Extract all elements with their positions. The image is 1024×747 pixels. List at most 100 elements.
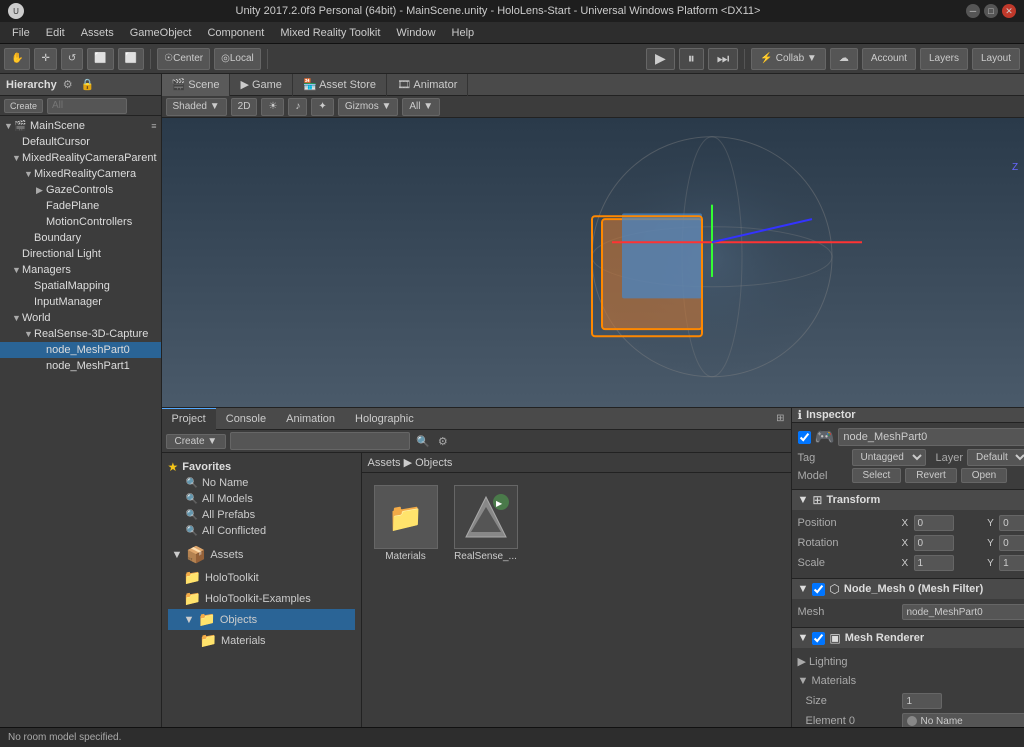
project-search-input[interactable] — [230, 432, 410, 450]
tree-item-gazecontrols[interactable]: ▶ GazeControls — [0, 182, 161, 198]
tab-scene[interactable]: 🎬 Scene — [162, 74, 231, 96]
tab-holographic[interactable]: Holographic — [345, 408, 424, 430]
project-gear-btn[interactable]: ⚙ — [436, 435, 450, 448]
tree-item-dirlight[interactable]: Directional Light — [0, 246, 161, 262]
tree-item-world[interactable]: ▼ World — [0, 310, 161, 326]
tree-item-mrcamparent[interactable]: ▼ MixedRealityCameraParent — [0, 150, 161, 166]
meshfilter-enabled[interactable] — [812, 583, 825, 596]
2d-btn[interactable]: 2D — [231, 98, 258, 116]
sound-btn[interactable]: ♪ — [288, 98, 307, 116]
gizmos-btn[interactable]: Gizmos ▼ — [338, 98, 399, 116]
tree-item-mainscene[interactable]: ▼ 🎬 MainScene ≡ — [0, 118, 161, 134]
pos-y-input[interactable] — [999, 515, 1024, 531]
tab-project[interactable]: Project — [162, 408, 216, 430]
assets-root[interactable]: ▼ 📦 Assets — [168, 543, 355, 567]
step-button[interactable]: ⏭ — [708, 48, 739, 70]
layout-button[interactable]: Layout — [972, 48, 1020, 70]
close-button[interactable]: ✕ — [1002, 4, 1016, 18]
hierarchy-gear[interactable]: ⚙ — [61, 78, 75, 91]
rot-y-input[interactable] — [999, 535, 1024, 551]
hierarchy-lock[interactable]: 🔒 — [79, 78, 97, 91]
rect-tool[interactable]: ⬜ — [118, 48, 144, 70]
collab-button[interactable]: ⚡ Collab ▼ — [751, 48, 825, 70]
scl-x-input[interactable] — [914, 555, 954, 571]
tab-assetstore[interactable]: 🏪 Asset Store — [293, 74, 387, 96]
pause-button[interactable]: ⏸ — [679, 48, 704, 70]
favorites-header[interactable]: ★ Favorites — [168, 459, 355, 475]
shaded-btn[interactable]: Shaded ▼ — [166, 98, 227, 116]
viewport[interactable]: X Y Z ← Persp — [162, 118, 1024, 407]
meshrenderer-header[interactable]: ▼ ▣ Mesh Renderer ⚙ — [792, 628, 1024, 648]
menu-file[interactable]: File — [4, 25, 38, 41]
tree-item-motioncontrollers[interactable]: MotionControllers — [0, 214, 161, 230]
layers-button[interactable]: Layers — [920, 48, 968, 70]
inspector-enabled-checkbox[interactable] — [798, 431, 811, 444]
rotate-tool[interactable]: ↺ — [61, 48, 83, 70]
open-btn[interactable]: Open — [961, 468, 1007, 483]
scale-tool[interactable]: ⬜ — [87, 48, 113, 70]
hand-tool[interactable]: ✋ — [4, 48, 30, 70]
meshfilter-header[interactable]: ▼ ⬡ Node_Mesh 0 (Mesh Filter) ⚙ — [792, 579, 1024, 599]
tab-game[interactable]: ▶ Game — [230, 74, 292, 96]
asset-holotoolkit-examples[interactable]: 📁 HoloToolkit-Examples — [168, 588, 355, 609]
asset-holotoolkit[interactable]: 📁 HoloToolkit — [168, 567, 355, 588]
tree-item-spatialmapping[interactable]: SpatialMapping — [0, 278, 161, 294]
tab-animator[interactable]: 🎞 Animator — [387, 74, 468, 96]
inspector-layer-select[interactable]: Default — [967, 449, 1024, 466]
tab-animation[interactable]: Animation — [276, 408, 345, 430]
tree-item-defaultcursor[interactable]: DefaultCursor — [0, 134, 161, 150]
select-btn[interactable]: Select — [852, 468, 902, 483]
element0-field[interactable]: No Name — [902, 713, 1024, 727]
menu-component[interactable]: Component — [199, 25, 272, 41]
inspector-name-field[interactable] — [838, 428, 1024, 446]
fav-all-conflicted[interactable]: 🔍 All Conflicted — [168, 523, 355, 539]
local-button[interactable]: ◎ Local — [214, 48, 261, 70]
tree-item-nodemesh0[interactable]: node_MeshPart0 — [0, 342, 161, 358]
tree-item-managers[interactable]: ▼ Managers — [0, 262, 161, 278]
asset-thumb-materials[interactable]: 📁 Materials — [370, 481, 442, 566]
menu-help[interactable]: Help — [444, 25, 483, 41]
pos-x-input[interactable] — [914, 515, 954, 531]
rot-x-input[interactable] — [914, 535, 954, 551]
project-search-btn[interactable]: 🔍 — [414, 435, 432, 448]
tab-console[interactable]: Console — [216, 408, 276, 430]
menu-edit[interactable]: Edit — [38, 25, 73, 41]
hierarchy-create-btn[interactable]: Create — [4, 99, 43, 113]
menu-gameobject[interactable]: GameObject — [122, 25, 200, 41]
inspector-tag-select[interactable]: Untagged — [852, 449, 926, 466]
minimize-button[interactable]: ─ — [966, 4, 980, 18]
maximize-button[interactable]: □ — [984, 4, 998, 18]
menu-assets[interactable]: Assets — [73, 25, 122, 41]
menu-window[interactable]: Window — [388, 25, 443, 41]
scl-y-input[interactable] — [999, 555, 1024, 571]
menu-mixed-reality[interactable]: Mixed Reality Toolkit — [272, 25, 388, 41]
lighting-collapse[interactable]: ▶ Lighting — [798, 655, 898, 668]
fav-all-models[interactable]: 🔍 All Models — [168, 491, 355, 507]
light-btn[interactable]: ☀ — [261, 98, 284, 116]
play-button[interactable]: ▶ — [646, 48, 675, 70]
tree-item-fadeplane[interactable]: FadePlane — [0, 198, 161, 214]
mesh-value-field[interactable]: node_MeshPart0 — [902, 604, 1024, 620]
center-button[interactable]: ☉ Center — [157, 48, 210, 70]
tree-item-realsense[interactable]: ▼ RealSense-3D-Capture — [0, 326, 161, 342]
tree-item-nodemesh1[interactable]: node_MeshPart1 — [0, 358, 161, 374]
all-btn[interactable]: All ▼ — [402, 98, 440, 116]
project-create-btn[interactable]: Create ▼ — [166, 434, 227, 449]
project-panel-options[interactable]: ⊞ — [770, 413, 790, 424]
cloud-button[interactable]: ☁ — [830, 48, 858, 70]
hierarchy-search[interactable] — [47, 98, 127, 114]
transform-header[interactable]: ▼ ⊞ Transform ⚙ — [792, 490, 1024, 510]
tree-item-mrcam[interactable]: ▼ MixedRealityCamera — [0, 166, 161, 182]
revert-btn[interactable]: Revert — [905, 468, 956, 483]
tree-item-inputmanager[interactable]: InputManager — [0, 294, 161, 310]
tree-item-boundary[interactable]: Boundary — [0, 230, 161, 246]
account-button[interactable]: Account — [862, 48, 916, 70]
asset-materials[interactable]: 📁 Materials — [168, 630, 355, 651]
fav-all-materials[interactable]: 🔍 No Name — [168, 475, 355, 491]
size-input[interactable] — [902, 693, 942, 709]
fav-all-prefabs[interactable]: 🔍 All Prefabs — [168, 507, 355, 523]
move-tool[interactable]: ✛ — [34, 48, 56, 70]
meshrenderer-enabled[interactable] — [812, 632, 825, 645]
asset-objects[interactable]: ▼ 📁 Objects — [168, 609, 355, 630]
asset-thumb-realsense[interactable]: ▶ RealSense_... — [450, 481, 522, 566]
